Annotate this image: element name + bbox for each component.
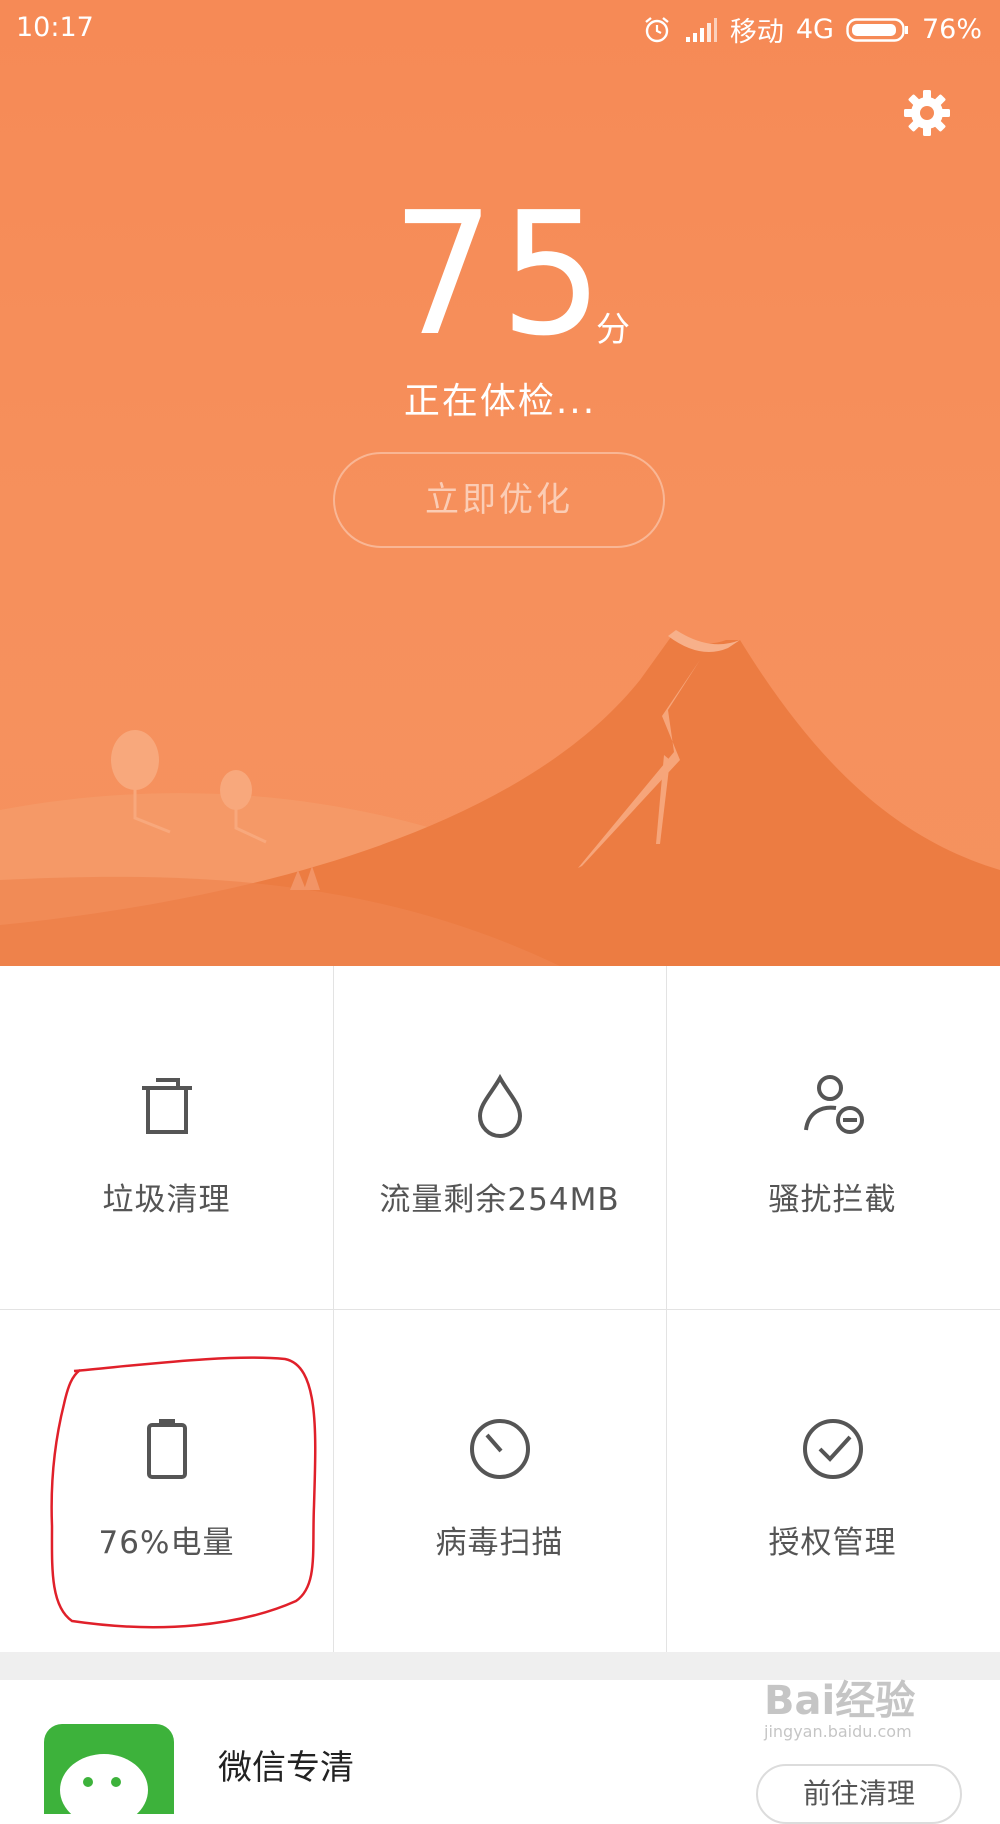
tool-label: 授权管理 — [768, 1525, 897, 1561]
alarm-icon — [642, 15, 672, 45]
check-circle-icon — [666, 1413, 999, 1483]
tool-data-usage[interactable]: 流量剩余254MB — [333, 966, 666, 1309]
tool-label: 病毒扫描 — [435, 1525, 564, 1561]
tools-grid: 垃圾清理 流量剩余254MB 骚扰拦截 76%电量 病毒扫描 授权管理 — [0, 966, 1000, 1652]
water-drop-icon — [333, 1070, 666, 1140]
score-unit: 分 — [596, 310, 630, 350]
clock: 10:17 — [16, 12, 94, 43]
watermark-brand: Bai经验 — [764, 1678, 916, 1724]
tool-permission-management[interactable]: 授权管理 — [666, 1309, 999, 1652]
wechat-app-icon — [44, 1724, 174, 1814]
score-value: 75 — [391, 176, 609, 374]
scan-dial-icon — [333, 1413, 666, 1483]
tool-label: 骚扰拦截 — [768, 1182, 897, 1218]
watermark-url: jingyan.baidu.com — [764, 1722, 912, 1741]
tool-label: 流量剩余254MB — [379, 1182, 620, 1218]
battery-percent: 76% — [921, 14, 982, 45]
tool-virus-scan[interactable]: 病毒扫描 — [333, 1309, 666, 1652]
card-title: 微信专清 — [218, 1748, 354, 1788]
baidu-watermark: Bai经验 jingyan.baidu.com — [764, 1668, 974, 1768]
user-block-icon — [666, 1070, 999, 1140]
battery-status-icon — [846, 17, 910, 43]
tool-harassment-block[interactable]: 骚扰拦截 — [666, 966, 999, 1309]
optimize-button[interactable]: 立即优化 — [333, 452, 665, 548]
signal-icon — [684, 17, 718, 43]
network-type: 4G — [795, 14, 834, 45]
scan-status: 正在体检... — [403, 381, 597, 422]
red-annotation-circle — [50, 1356, 317, 1629]
go-clean-button[interactable]: 前往清理 — [756, 1764, 962, 1824]
health-check-header: 10:17 移动 4G 76% 75 分 正在体检... 立即优化 — [0, 0, 1000, 966]
status-bar: 10:17 移动 4G 76% — [0, 0, 1000, 58]
health-score: 75 分 — [0, 190, 1000, 360]
settings-gear-icon[interactable] — [900, 86, 954, 140]
carrier-label: 移动 — [729, 17, 784, 48]
